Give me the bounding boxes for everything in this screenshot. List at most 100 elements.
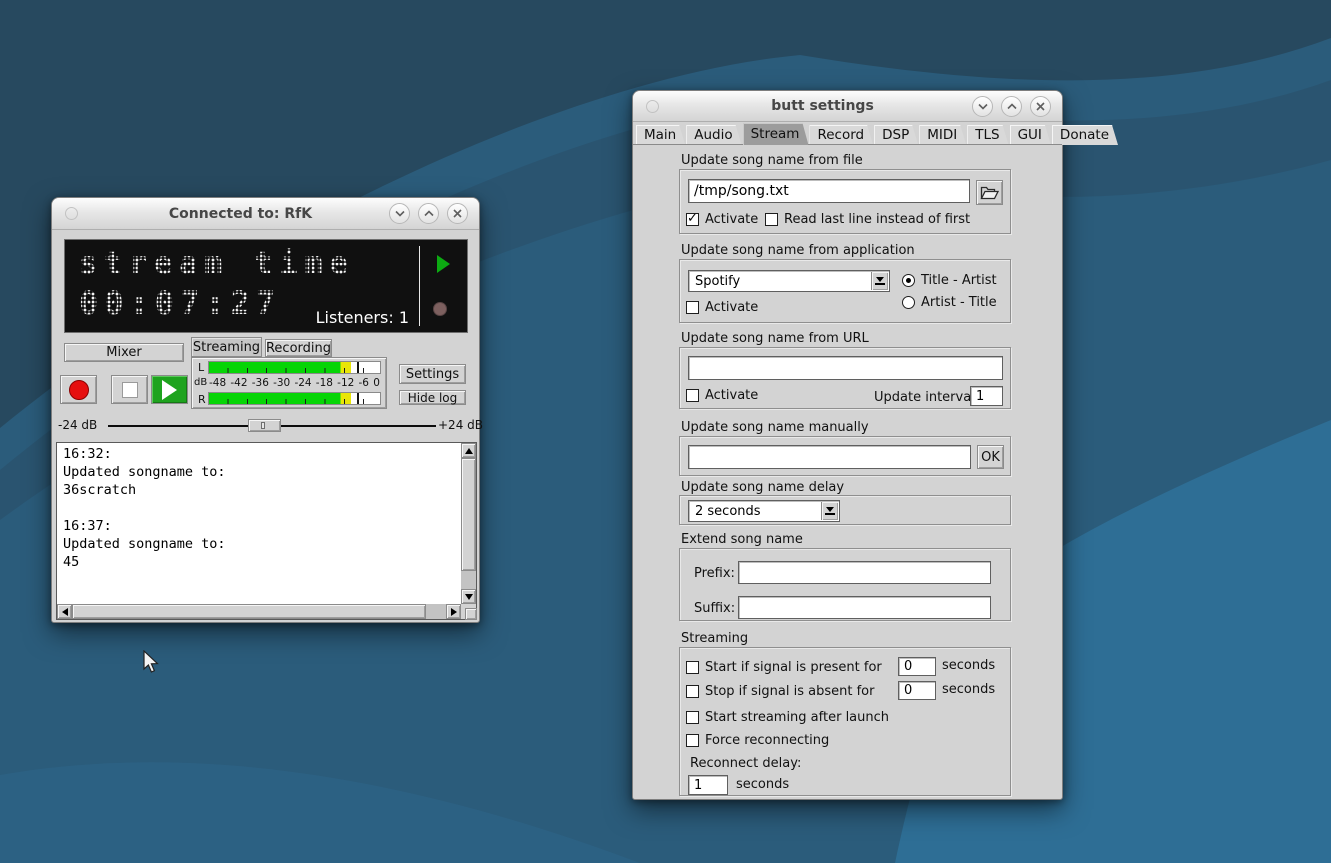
mixer-button[interactable]: Mixer [64,343,184,362]
play-button[interactable] [151,375,188,404]
window-menu-icon[interactable] [646,100,659,113]
read-last-line-row[interactable]: Read last line instead of first [765,212,970,227]
shade-button[interactable] [972,96,993,117]
stop-button[interactable] [111,375,148,404]
manual-ok-button[interactable]: OK [977,445,1004,469]
maximize-button[interactable] [418,203,439,224]
scale-tick: -30 [273,377,290,389]
scroll-left-button[interactable] [57,604,72,619]
scroll-right-button[interactable] [446,604,461,619]
read-last-line-checkbox[interactable] [765,213,778,226]
window-menu-icon[interactable] [65,207,78,220]
main-titlebar[interactable]: Connected to: RfK [52,198,479,230]
tab-recording-label: Recording [266,341,331,356]
close-button[interactable] [447,203,468,224]
scroll-up-button[interactable] [461,443,476,458]
suffix-input[interactable] [738,596,991,619]
vertical-scrollbar[interactable] [461,443,476,604]
delay-section-label: Update song name delay [681,480,844,495]
tab-record[interactable]: Record [809,125,873,145]
tab-dsp[interactable]: DSP [874,125,918,145]
hide-log-button[interactable]: Hide log [399,390,466,405]
file-activate-checkbox[interactable] [686,213,699,226]
song-file-path-input[interactable] [688,179,970,203]
title-artist-label: Title - Artist [921,273,997,288]
tab-label: TLS [975,127,999,143]
stop-signal-label: Stop if signal is absent for [705,684,874,699]
reconnect-delay-input[interactable] [688,775,728,795]
app-section-box: Spotify Title - Artist Artist - Title Ac… [679,259,1011,323]
start-signal-label: Start if signal is present for [705,660,882,675]
force-reconnect-row[interactable]: Force reconnecting [686,733,829,748]
dropdown-arrow-icon [821,502,838,520]
start-seconds-label: seconds [942,658,995,673]
horizontal-scroll-thumb[interactable] [72,604,426,619]
force-reconnect-checkbox[interactable] [686,734,699,747]
ok-button-label: OK [981,450,1000,465]
artist-title-radio[interactable] [902,296,915,309]
tab-streaming[interactable]: Streaming [191,337,262,357]
tab-gui[interactable]: GUI [1010,125,1051,145]
stop-signal-checkbox[interactable] [686,685,699,698]
tab-streaming-label: Streaming [193,340,260,355]
tab-midi[interactable]: MIDI [919,125,966,145]
meter-left-label: L [198,361,204,374]
resize-grip[interactable] [465,608,477,620]
manual-song-input[interactable] [688,445,971,469]
url-activate-row[interactable]: Activate [686,388,758,403]
settings-tabbar: Main Audio Stream Record DSP MIDI TLS GU… [633,123,1062,145]
tab-donate[interactable]: Donate [1052,125,1118,145]
stop-icon [122,382,138,398]
shade-button[interactable] [389,203,410,224]
read-last-line-label: Read last line instead of first [784,212,970,227]
tab-recording[interactable]: Recording [265,339,332,357]
browse-file-button[interactable] [976,180,1003,205]
song-url-input[interactable] [688,356,1003,380]
title-artist-radio[interactable] [902,274,915,287]
prefix-input[interactable] [738,561,991,584]
streaming-section-box: Start if signal is present for seconds S… [679,647,1011,796]
mouse-cursor [143,650,160,674]
scale-tick: -18 [316,377,333,389]
artist-title-row[interactable]: Artist - Title [902,295,997,310]
tab-main[interactable]: Main [636,125,685,145]
application-select[interactable]: Spotify [688,270,890,292]
settings-titlebar[interactable]: butt settings [633,91,1062,122]
settings-button[interactable]: Settings [399,364,466,384]
start-signal-row[interactable]: Start if signal is present for [686,660,882,675]
start-launch-checkbox[interactable] [686,711,699,724]
start-signal-seconds-input[interactable] [898,657,936,676]
artist-title-label: Artist - Title [921,295,997,310]
tab-stream[interactable]: Stream [743,123,809,145]
url-activate-checkbox[interactable] [686,389,699,402]
lcd-stream-time: 00:07:27 [79,284,281,322]
update-interval-input[interactable] [970,386,1003,406]
stop-signal-seconds-input[interactable] [898,681,936,700]
app-activate-row[interactable]: Activate [686,300,758,315]
tab-tls[interactable]: TLS [967,125,1008,145]
maximize-button[interactable] [1001,96,1022,117]
scale-tick: -42 [230,377,247,389]
suffix-label: Suffix: [694,601,734,616]
horizontal-scrollbar[interactable] [57,604,461,619]
update-interval-label: Update interval [874,390,975,405]
slider-handle[interactable] [248,419,281,432]
tab-audio[interactable]: Audio [686,125,741,145]
file-section-box: Activate Read last line instead of first [679,169,1011,234]
file-activate-row[interactable]: Activate [686,212,758,227]
start-signal-checkbox[interactable] [686,661,699,674]
delay-select[interactable]: 2 seconds [688,500,840,522]
scale-tick: -6 [359,377,369,389]
start-launch-label: Start streaming after launch [705,710,889,725]
start-launch-row[interactable]: Start streaming after launch [686,710,889,725]
play-icon [162,380,177,400]
scroll-down-button[interactable] [461,589,476,604]
log-text[interactable]: 16:32: Updated songname to: 36scratch 16… [63,445,458,601]
close-button[interactable] [1030,96,1051,117]
app-activate-checkbox[interactable] [686,301,699,314]
meter-right-label: R [198,393,206,406]
stop-signal-row[interactable]: Stop if signal is absent for [686,684,874,699]
vertical-scroll-thumb[interactable] [461,458,476,571]
title-artist-row[interactable]: Title - Artist [902,273,997,288]
record-button[interactable] [60,375,97,404]
